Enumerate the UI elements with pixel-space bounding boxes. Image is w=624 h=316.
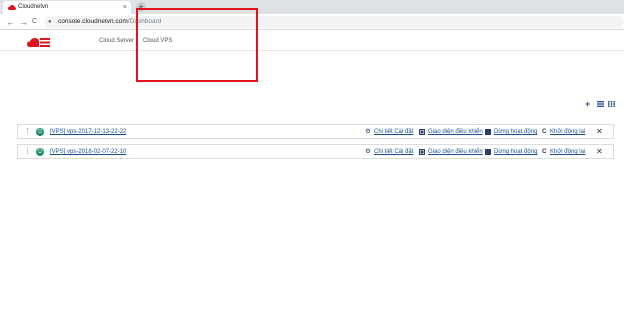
power-status-icon[interactable]: ⏻: [36, 128, 44, 136]
drag-handle-icon[interactable]: ⋮: [24, 126, 31, 138]
settings-link[interactable]: Chi tiết Cài đặt: [374, 125, 413, 139]
list-view-icon[interactable]: [597, 101, 604, 107]
console-monitor-icon: [419, 129, 425, 135]
restart-link[interactable]: Khởi động lại: [550, 125, 585, 139]
restart-icon: C: [542, 128, 547, 135]
power-status-icon[interactable]: ⏻: [36, 148, 44, 156]
highlight-annotation-box: [136, 8, 258, 82]
browser-tabstrip: Cloudnetvn × +: [0, 0, 624, 14]
browser-toolbar: ← → C ● console.cloudnetvn.com/Dashboard: [0, 14, 624, 30]
grid-view-icon[interactable]: [608, 101, 615, 107]
drag-handle-icon[interactable]: ⋮: [24, 146, 31, 158]
back-icon[interactable]: ←: [6, 15, 15, 29]
restart-icon: C: [542, 148, 547, 155]
console-link[interactable]: Giao diện điều khiển: [428, 125, 483, 139]
browser-tab[interactable]: Cloudnetvn ×: [3, 1, 131, 14]
restart-link[interactable]: Khởi động lại: [550, 145, 585, 159]
address-bar[interactable]: ● console.cloudnetvn.com/Dashboard: [44, 16, 624, 28]
tab-close-icon[interactable]: ×: [123, 1, 127, 14]
add-icon[interactable]: +: [585, 99, 590, 109]
forward-icon[interactable]: →: [19, 15, 28, 29]
settings-gear-icon: ⚙: [365, 128, 371, 135]
app-navbar: Cloud Server Cloud VPS: [0, 31, 624, 51]
console-monitor-icon: [419, 149, 425, 155]
settings-link[interactable]: Chi tiết Cài đặt: [374, 145, 413, 159]
cloudnetvn-logo[interactable]: [27, 36, 51, 48]
stop-icon: [485, 149, 491, 155]
settings-gear-icon: ⚙: [365, 148, 371, 155]
vps-name-link[interactable]: [VPS] vps-2018-02-07-22-10: [50, 145, 126, 159]
vps-name-link[interactable]: [VPS] vps-2017-12-13-22-22: [50, 125, 126, 139]
delete-icon[interactable]: ✕: [596, 145, 603, 159]
cloud-favicon-icon: [8, 5, 16, 10]
lock-icon: ●: [48, 19, 52, 25]
stop-link[interactable]: Dừng hoạt động: [494, 145, 537, 159]
stop-link[interactable]: Dừng hoạt động: [494, 125, 537, 139]
reload-icon[interactable]: C: [32, 15, 37, 29]
vps-row: ⋮ ⏻ [VPS] vps-2017-12-13-22-22 ⚙ Chi tiế…: [17, 124, 614, 139]
delete-icon[interactable]: ✕: [596, 125, 603, 139]
tab-title: Cloudnetvn: [18, 4, 49, 10]
url-host: console.cloudnetvn.com: [58, 18, 128, 25]
nav-cloud-server[interactable]: Cloud Server: [99, 36, 134, 46]
stop-icon: [485, 129, 491, 135]
vps-row: ⋮ ⏻ [VPS] vps-2018-02-07-22-10 ⚙ Chi tiế…: [17, 144, 614, 159]
console-link[interactable]: Giao diện điều khiển: [428, 145, 483, 159]
